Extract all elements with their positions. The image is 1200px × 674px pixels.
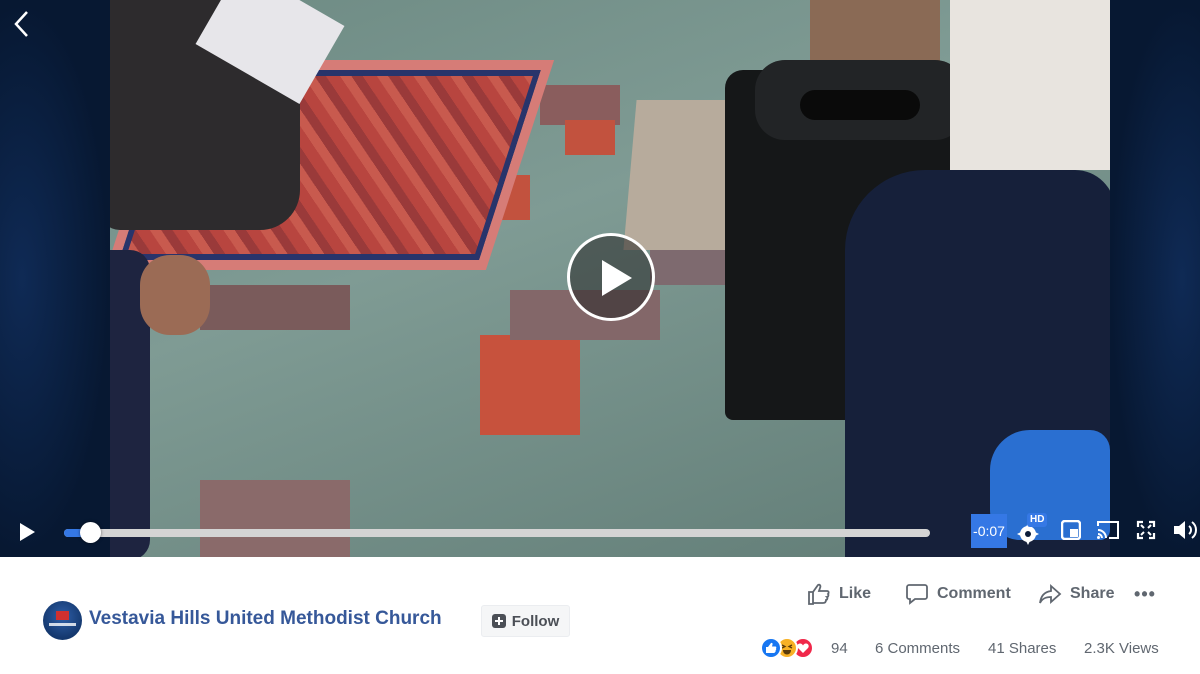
cast-icon — [1097, 521, 1119, 539]
floor-tile — [565, 120, 615, 155]
logo-cross-mark — [56, 611, 69, 620]
fullscreen-icon — [1136, 520, 1156, 540]
comment-button[interactable]: Comment — [905, 579, 1011, 609]
cast-button[interactable] — [1096, 520, 1120, 540]
share-label: Share — [1070, 585, 1115, 602]
more-options-button[interactable]: ••• — [1133, 579, 1157, 609]
like-button[interactable]: Like — [807, 579, 871, 609]
chevron-left-icon — [14, 11, 28, 37]
reactions-count[interactable]: 94 — [831, 640, 848, 657]
player-backdrop-right — [1110, 0, 1200, 557]
hd-badge: HD — [1027, 513, 1048, 527]
thumbs-up-icon — [808, 583, 830, 605]
like-label: Like — [839, 585, 872, 602]
share-arrow-icon — [1039, 583, 1062, 605]
picture-in-picture-button[interactable] — [1060, 519, 1082, 541]
picture-in-picture-icon — [1060, 519, 1082, 541]
player-backdrop-left — [0, 0, 110, 557]
logo-text-mark — [49, 623, 76, 626]
views-count: 2.3K Views — [1084, 640, 1159, 657]
big-play-button[interactable] — [567, 233, 655, 321]
time-remaining[interactable]: -0:07 — [971, 514, 1007, 548]
comments-count-link[interactable]: 6 Comments — [875, 640, 960, 657]
play-button[interactable] — [16, 521, 38, 543]
back-button[interactable] — [10, 8, 34, 40]
play-icon — [602, 260, 632, 296]
comment-label: Comment — [937, 585, 1011, 602]
floor-tile — [200, 285, 350, 330]
follow-plus-icon — [491, 614, 506, 628]
comment-icon — [906, 584, 928, 605]
trash-bin-opening — [800, 90, 920, 120]
video-player[interactable]: -0:07 HD — [0, 0, 1200, 557]
floor-tile — [540, 85, 620, 125]
follow-button[interactable]: Follow — [481, 605, 570, 637]
post-footer: Like Comment Share ••• Vestavia Hills Un… — [0, 557, 1200, 674]
like-reaction-icon — [760, 637, 782, 659]
thumbs-up-icon — [766, 642, 777, 653]
shares-count-link[interactable]: 41 Shares — [988, 640, 1056, 657]
volume-icon — [1174, 521, 1197, 539]
person-right-shirt — [950, 0, 1110, 170]
share-button[interactable]: Share — [1038, 579, 1114, 609]
progress-scrubber[interactable] — [64, 522, 930, 543]
volume-button[interactable] — [1172, 518, 1200, 542]
floor-tile — [480, 335, 580, 435]
video-controls: -0:07 HD — [0, 505, 1200, 557]
page-name-link[interactable]: Vestavia Hills United Methodist Church — [89, 608, 442, 630]
fullscreen-button[interactable] — [1136, 520, 1156, 540]
progress-handle[interactable] — [79, 522, 101, 543]
follow-label: Follow — [511, 612, 560, 630]
page-avatar[interactable] — [43, 601, 82, 640]
person-hand — [140, 255, 210, 335]
play-icon — [20, 523, 35, 541]
